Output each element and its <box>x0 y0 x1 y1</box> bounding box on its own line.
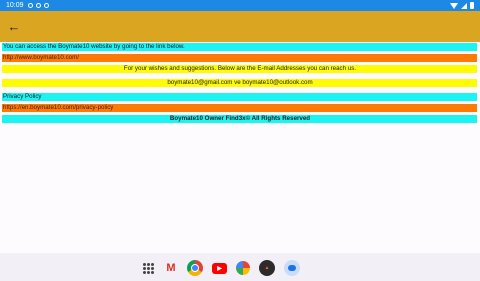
wifi-icon <box>450 2 458 9</box>
status-notification-icons <box>27 3 49 8</box>
notification-icon <box>27 3 33 8</box>
arrow-back-icon: ← <box>7 19 21 34</box>
status-bar: 10:09 <box>0 0 480 11</box>
messages-icon[interactable] <box>284 260 300 276</box>
game-app-icon[interactable]: ▲ <box>259 260 275 276</box>
sync-icon <box>43 3 49 8</box>
back-button[interactable]: ← <box>6 19 22 35</box>
taskbar: M ▶ ▲ <box>0 253 480 281</box>
youtube-icon[interactable]: ▶ <box>212 262 227 274</box>
privacy-heading: Privacy Policy <box>2 93 477 101</box>
status-system-icons <box>450 2 474 9</box>
status-time: 10:09 <box>6 2 24 9</box>
shield-icon <box>35 3 41 8</box>
signal-icon <box>461 2 467 9</box>
app-bar: ← <box>0 11 480 42</box>
privacy-policy-link[interactable]: https://en.boymate10.com/privacy-policy <box>2 104 477 112</box>
battery-icon <box>470 2 474 9</box>
gmail-icon[interactable]: M <box>164 261 178 275</box>
footer-copyright: Boymate10 Owner Find3x© All Rights Reser… <box>2 115 477 123</box>
app-drawer-icon[interactable] <box>141 261 155 275</box>
email-addresses[interactable]: boymate10@gmail.com ve boymate10@outlook… <box>2 79 477 87</box>
app-dock: M ▶ ▲ <box>141 260 300 276</box>
chrome-icon[interactable] <box>187 260 203 276</box>
website-link[interactable]: http://www.boymate10.com/ <box>2 54 477 62</box>
photos-icon[interactable] <box>236 261 250 275</box>
suggestions-text: For your wishes and suggestions. Below a… <box>2 65 477 73</box>
intro-text: You can access the Boymate10 website by … <box>2 43 477 51</box>
content: You can access the Boymate10 website by … <box>2 43 477 123</box>
